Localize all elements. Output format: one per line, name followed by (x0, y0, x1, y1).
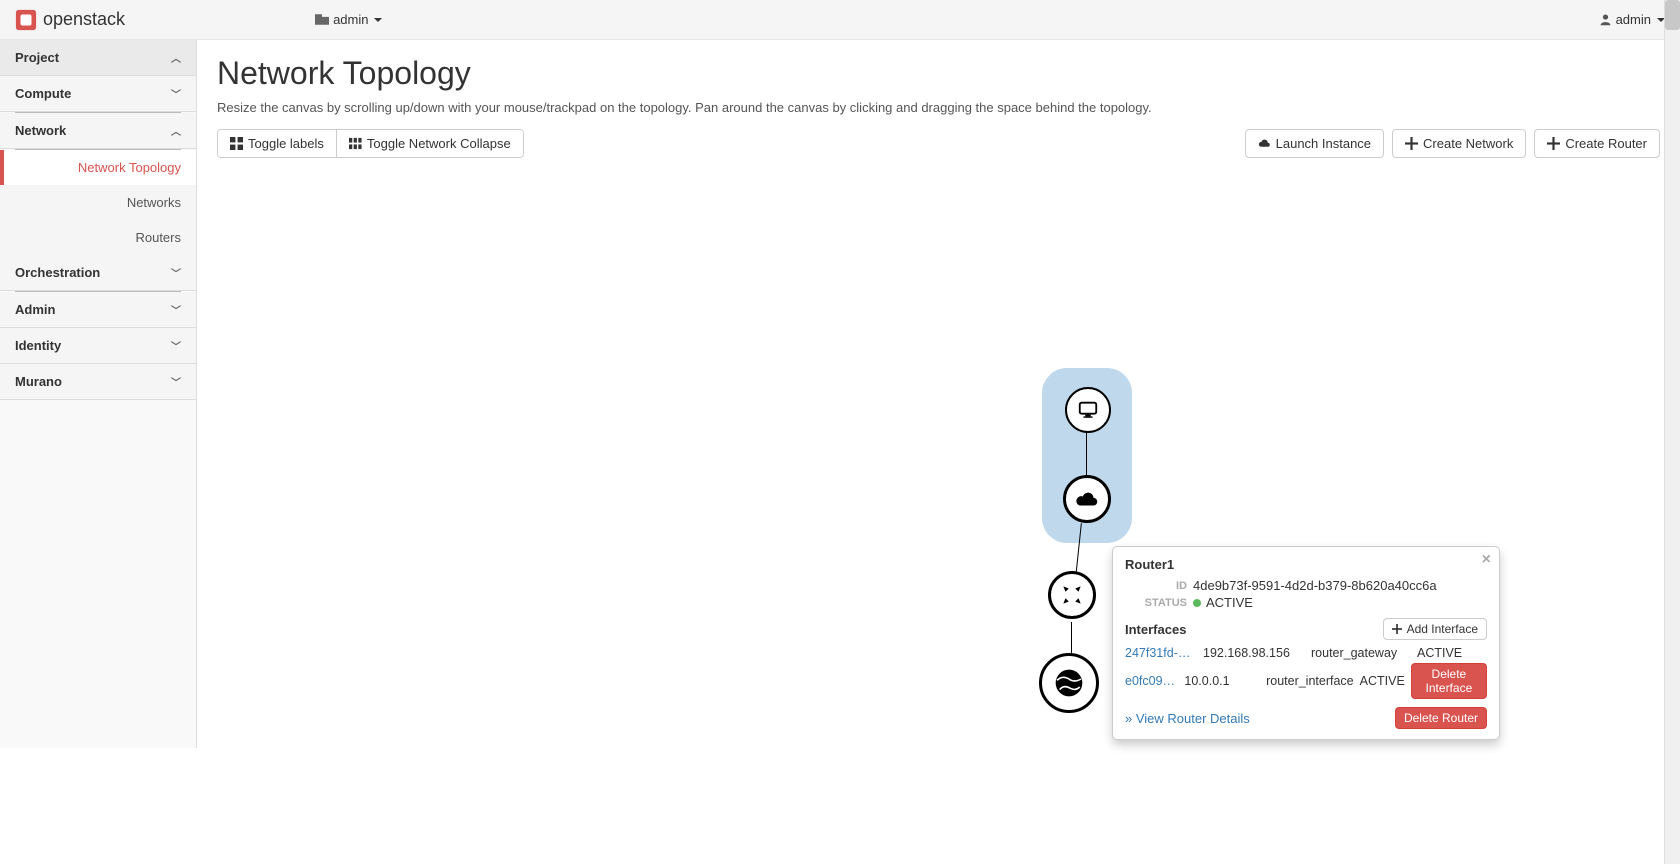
button-label: Delete Router (1404, 711, 1478, 725)
sidebar-item-label: Network (15, 123, 66, 138)
button-label: Toggle Network Collapse (367, 136, 511, 151)
popover-title: Router1 (1125, 557, 1487, 572)
interface-row: e0fc09be-c… 10.0.0.1 router_interface AC… (1125, 663, 1487, 699)
topology-canvas[interactable]: × Router1 ID 4de9b73f-9591-4d2d-b379-8b6… (217, 173, 1660, 733)
interface-status: ACTIVE (1417, 646, 1469, 660)
sidebar-item-networks[interactable]: Networks (0, 185, 196, 220)
globe-icon (1053, 667, 1085, 699)
sidebar-item-label: Routers (135, 230, 181, 245)
router-node[interactable] (1048, 571, 1096, 619)
id-label: ID (1125, 580, 1193, 592)
cloud-icon (1074, 489, 1100, 509)
close-icon[interactable]: × (1482, 551, 1491, 569)
interface-ip: 192.168.98.156 (1203, 646, 1305, 660)
delete-interface-button[interactable]: Delete Interface (1411, 663, 1487, 699)
sidebar-item-label: Admin (15, 302, 55, 317)
user-menu[interactable]: admin (1599, 12, 1665, 27)
user-icon (1599, 13, 1612, 26)
view-router-details-link[interactable]: » View Router Details (1125, 711, 1250, 726)
create-router-button[interactable]: Create Router (1534, 129, 1660, 158)
scrollbar[interactable] (1664, 0, 1680, 864)
topology-link (1086, 431, 1087, 481)
sidebar-item-identity[interactable]: Identity ﹀ (0, 328, 196, 364)
cloud-upload-icon (1258, 137, 1271, 150)
interface-id-link[interactable]: 247f31fd-5… (1125, 646, 1197, 660)
toolbar: Toggle labels Toggle Network Collapse La… (217, 129, 1660, 158)
status-label: STATUS (1125, 597, 1193, 609)
network-node[interactable] (1063, 475, 1111, 523)
project-selector[interactable]: admin (315, 12, 382, 27)
router-id-value: 4de9b73f-9591-4d2d-b379-8b620a40cc6a (1193, 578, 1437, 593)
button-label: Launch Instance (1276, 136, 1371, 151)
project-icon (315, 14, 329, 25)
interface-row: 247f31fd-5… 192.168.98.156 router_gatewa… (1125, 646, 1487, 660)
chevron-down-icon: ﹀ (171, 338, 181, 353)
openstack-logo-icon (15, 9, 37, 31)
status-dot-icon (1193, 599, 1201, 607)
user-menu-label: admin (1616, 12, 1651, 27)
sidebar-item-label: Murano (15, 374, 62, 389)
interface-type: router_gateway (1311, 646, 1411, 660)
plus-icon (1547, 137, 1560, 150)
add-interface-button[interactable]: Add Interface (1383, 618, 1487, 640)
launch-instance-button[interactable]: Launch Instance (1245, 129, 1384, 158)
delete-router-button[interactable]: Delete Router (1395, 707, 1487, 729)
caret-down-icon (374, 18, 382, 22)
sidebar-item-admin[interactable]: Admin ﹀ (0, 292, 196, 328)
sidebar-item-routers[interactable]: Routers (0, 220, 196, 255)
sidebar-item-project[interactable]: Project ︿ (0, 40, 196, 76)
plus-icon (1405, 137, 1418, 150)
sidebar-item-orchestration[interactable]: Orchestration ﹀ (0, 255, 196, 291)
project-selector-label: admin (333, 12, 368, 27)
create-network-button[interactable]: Create Network (1392, 129, 1526, 158)
main-content: Network Topology Resize the canvas by sc… (197, 40, 1680, 748)
instance-node[interactable] (1065, 387, 1111, 433)
monitor-icon (1077, 399, 1099, 421)
interface-ip: 10.0.0.1 (1184, 674, 1260, 688)
sidebar-item-murano[interactable]: Murano ﹀ (0, 364, 196, 400)
router-details-popover: × Router1 ID 4de9b73f-9591-4d2d-b379-8b6… (1112, 546, 1500, 740)
sidebar: Project ︿ Compute ﹀ Network ︿ Network To… (0, 40, 197, 748)
interfaces-label: Interfaces (1125, 622, 1186, 637)
grid-icon (230, 137, 243, 150)
chevron-down-icon: ﹀ (171, 374, 181, 389)
sidebar-item-network[interactable]: Network ︿ (0, 113, 196, 149)
chevron-down-icon: ﹀ (171, 265, 181, 280)
scrollbar-thumb[interactable] (1665, 0, 1680, 30)
page-help-text: Resize the canvas by scrolling up/down w… (217, 100, 1660, 115)
external-network-node[interactable] (1039, 653, 1099, 713)
status-value: ACTIVE (1206, 595, 1253, 610)
chevron-down-icon: ﹀ (171, 302, 181, 317)
sidebar-item-label: Network Topology (78, 160, 181, 175)
button-label: Add Interface (1407, 622, 1478, 636)
button-label: Create Router (1565, 136, 1647, 151)
sidebar-item-label: Project (15, 50, 59, 65)
plus-icon (1392, 624, 1402, 634)
chevron-down-icon: ﹀ (171, 86, 181, 101)
brand-text: openstack (43, 9, 125, 30)
grid3-icon (349, 137, 362, 150)
sidebar-item-label: Orchestration (15, 265, 100, 280)
button-label: Create Network (1423, 136, 1513, 151)
interface-status: ACTIVE (1360, 674, 1405, 688)
sidebar-item-network-topology[interactable]: Network Topology (0, 150, 196, 185)
chevron-up-icon: ︿ (171, 50, 181, 65)
toggle-network-collapse-button[interactable]: Toggle Network Collapse (337, 130, 523, 157)
button-label: Toggle labels (248, 136, 324, 151)
toggle-labels-button[interactable]: Toggle labels (218, 130, 337, 157)
button-label: Delete Interface (1420, 667, 1478, 695)
router-arrows-icon (1059, 582, 1085, 608)
brand[interactable]: openstack (15, 9, 125, 31)
interface-type: router_interface (1266, 674, 1354, 688)
chevron-up-icon: ︿ (171, 123, 181, 138)
sidebar-item-label: Identity (15, 338, 61, 353)
sidebar-item-label: Compute (15, 86, 71, 101)
page-title: Network Topology (217, 55, 1660, 92)
sidebar-item-compute[interactable]: Compute ﹀ (0, 76, 196, 112)
interface-id-link[interactable]: e0fc09be-c… (1125, 674, 1178, 688)
navbar: openstack admin admin (0, 0, 1680, 40)
sidebar-item-label: Networks (127, 195, 181, 210)
